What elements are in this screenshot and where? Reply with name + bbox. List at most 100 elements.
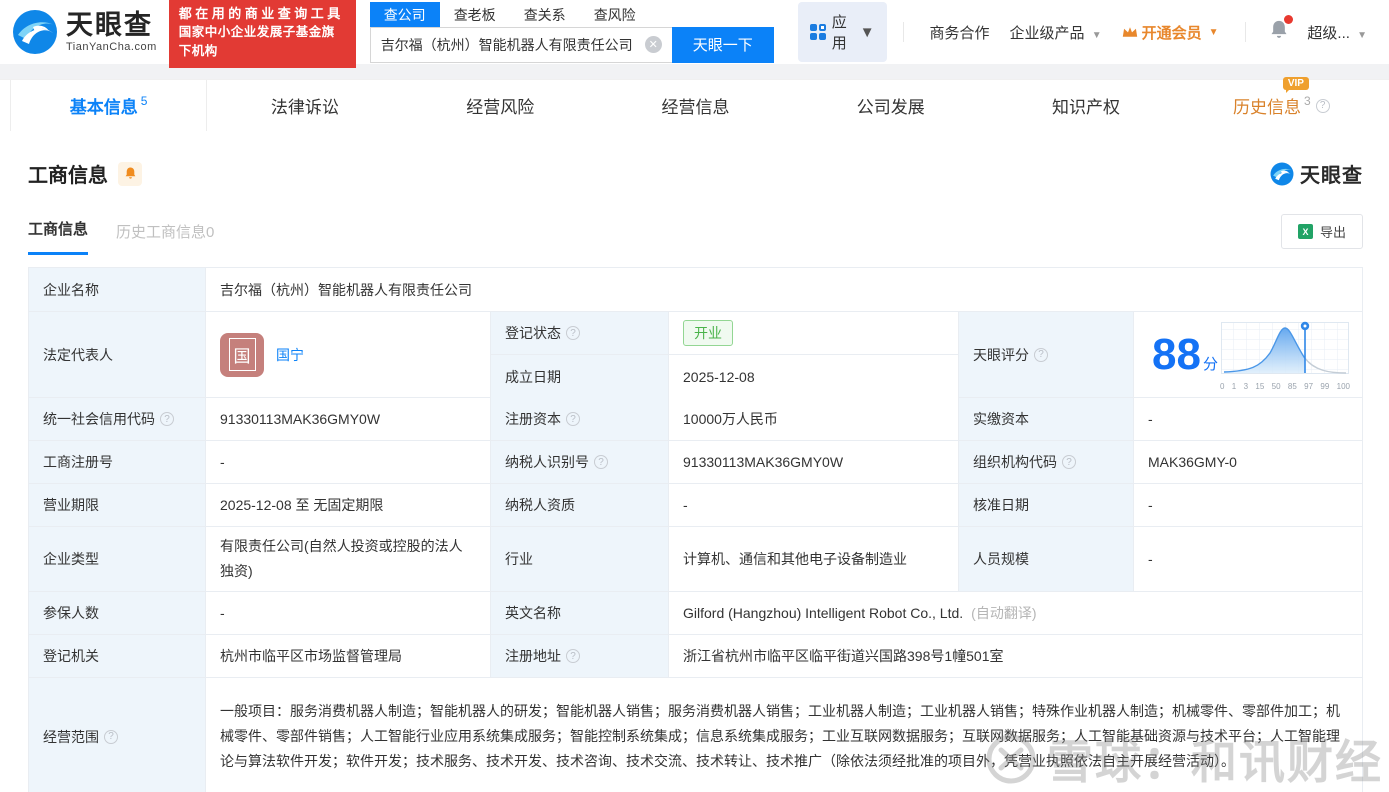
subtab-business-registration[interactable]: 工商信息	[28, 218, 89, 255]
reg-authority-value: 杭州市临平区市场监督管理局	[206, 635, 491, 678]
legal-rep-avatar[interactable]: 国	[220, 332, 264, 377]
help-icon[interactable]: ?	[566, 649, 580, 663]
notification-dot	[1284, 14, 1294, 24]
industry-value: 计算机、通信和其他电子设备制造业	[669, 527, 959, 592]
table-row: 营业期限 2025-12-08 至 无固定期限 纳税人资质 - 核准日期 -	[29, 484, 1362, 527]
tab-history-info[interactable]: 历史信息 VIP 3 ?	[1184, 77, 1379, 131]
approval-date-value: -	[1134, 484, 1362, 527]
tab-intellectual-property[interactable]: 知识产权	[988, 80, 1183, 131]
site-logo[interactable]: 天眼查 TianYanCha.com	[12, 9, 157, 55]
tianyancha-logo-icon	[13, 10, 57, 54]
subscribe-bell-button[interactable]	[118, 161, 142, 186]
subtab-history-registration[interactable]: 历史工商信息0	[116, 221, 214, 255]
content-area: 工商信息 天眼查 工商信息 历史工商信息0 X 导出 企业名称 吉尔福（杭州）智…	[0, 131, 1389, 792]
legal-rep-label: 法定代表人	[29, 312, 206, 398]
caret-down-icon: ▼	[1357, 29, 1367, 41]
paid-capital-value: -	[1134, 398, 1362, 441]
search-tab-risk[interactable]: 查风险	[580, 2, 650, 27]
company-name-label: 企业名称	[29, 268, 206, 312]
nav-cooperation[interactable]: 商务合作	[930, 22, 990, 43]
insured-count-value: -	[206, 592, 491, 635]
table-row: 参保人数 - 英文名称 Gilford (Hangzhou) Intellige…	[29, 592, 1362, 635]
promo-banner: 都在用的商业查询工具 国家中小企业发展子基金旗下机构	[168, 0, 356, 68]
tab-business-info[interactable]: 经营信息	[598, 80, 793, 131]
score-unit: 分	[1202, 355, 1218, 373]
reg-authority-label: 登记机关	[29, 635, 206, 678]
tab-business-risk[interactable]: 经营风险	[403, 80, 598, 131]
search-tab-boss[interactable]: 查老板	[440, 2, 510, 27]
label-text: 纳税人识别号	[505, 454, 589, 470]
enterprise-products-label: 企业级产品	[1009, 24, 1085, 42]
business-term-label: 营业期限	[29, 484, 206, 527]
apps-label: 应用	[831, 14, 847, 52]
company-search-input[interactable]	[370, 36, 645, 53]
help-icon[interactable]: ?	[160, 412, 174, 426]
label-text: 天眼评分	[973, 346, 1029, 363]
legal-rep-link[interactable]: 国宁	[276, 345, 304, 365]
brand-domain: TianYanCha.com	[66, 40, 157, 53]
reg-capital-value: 10000万人民币	[669, 398, 959, 441]
search-box: ✕	[369, 26, 672, 63]
registration-info-table: 企业名称 吉尔福（杭州）智能机器人有限责任公司 法定代表人 国 国宁 登记状态 …	[28, 267, 1363, 792]
main-tab-bar: 基本信息 5 法律诉讼 经营风险 经营信息 公司发展 知识产权 历史信息 VIP…	[0, 77, 1389, 131]
english-name-value: Gilford (Hangzhou) Intelligent Robot Co.…	[669, 592, 1362, 635]
nav-open-vip[interactable]: 开通会员 ▼	[1122, 22, 1219, 43]
tab-label: 经营信息	[661, 98, 730, 117]
help-icon[interactable]: ?	[594, 455, 608, 469]
section-title: 工商信息	[28, 165, 108, 187]
english-name-text: Gilford (Hangzhou) Intelligent Robot Co.…	[683, 605, 964, 621]
tab-company-development[interactable]: 公司发展	[793, 80, 988, 131]
help-icon[interactable]: ?	[1062, 455, 1076, 469]
search-tab-company[interactable]: 查公司	[369, 1, 440, 27]
excel-icon: X	[1297, 224, 1313, 239]
notification-bell[interactable]	[1269, 14, 1294, 46]
export-label: 导出	[1319, 225, 1346, 240]
search-submit-button[interactable]: 天眼一下	[671, 26, 774, 63]
export-button[interactable]: X 导出	[1280, 214, 1363, 249]
tianyancha-logo-icon	[1270, 162, 1294, 185]
score-label: 天眼评分 ?	[959, 312, 1134, 398]
help-icon[interactable]: ?	[104, 729, 118, 744]
approval-date-label: 核准日期	[959, 484, 1134, 527]
tab-count: 5	[140, 93, 148, 108]
tab-label: 基本信息	[69, 98, 138, 117]
tab-basic-info[interactable]: 基本信息 5	[10, 80, 208, 131]
promo-line2: 国家中小企业发展子基金旗下机构	[178, 25, 335, 58]
tab-label: 经营风险	[466, 98, 535, 117]
apps-grid-icon	[809, 24, 826, 40]
industry-label: 行业	[491, 527, 669, 592]
tab-legal-proceedings[interactable]: 法律诉讼	[207, 80, 402, 131]
search-tab-relation[interactable]: 查关系	[510, 2, 580, 27]
business-scope-value: 一般项目：服务消费机器人制造；智能机器人的研发；智能机器人销售；服务消费机器人销…	[206, 678, 1362, 792]
clear-search-icon[interactable]: ✕	[644, 36, 662, 53]
label-text: 注册资本	[505, 411, 561, 427]
business-term-value: 2025-12-08 至 无固定期限	[206, 484, 491, 527]
credit-code-value: 91330113MAK36GMY0W	[206, 398, 491, 441]
apps-button[interactable]: 应用 ▼	[797, 2, 887, 62]
tianyancha-company-page: 天眼查 TianYanCha.com 都在用的商业查询工具 国家中小企业发展子基…	[0, 0, 1389, 792]
help-icon[interactable]: ?	[566, 326, 580, 340]
company-type-label: 企业类型	[29, 527, 206, 592]
top-header: 天眼查 TianYanCha.com 都在用的商业查询工具 国家中小企业发展子基…	[0, 0, 1389, 68]
score-number: 88	[1152, 329, 1201, 379]
brand-name: 天眼查	[66, 9, 153, 40]
org-code-label: 组织机构代码 ?	[959, 441, 1134, 484]
help-icon[interactable]: ?	[1034, 347, 1048, 362]
divider	[902, 22, 904, 42]
nav-super-vip[interactable]: 超级... ▼	[1307, 22, 1367, 43]
table-row: 工商注册号 - 纳税人识别号 ? 91330113MAK36GMY0W 组织机构…	[29, 441, 1362, 484]
search-tabs: 查公司 查老板 查关系 查风险	[369, 1, 774, 27]
auto-translate-note: (自动翻译)	[971, 605, 1037, 621]
subtab-row: 工商信息 历史工商信息0 X 导出	[28, 214, 1363, 255]
score-value: 88 分 0 1 3 15 50 85 97 99 100	[1134, 312, 1362, 398]
taxpayer-quality-label: 纳税人资质	[491, 484, 669, 527]
reg-number-value: -	[206, 441, 491, 484]
score-distribution-chart[interactable]: 0 1 3 15 50 85 97 99 100	[1220, 319, 1350, 391]
taxpayer-id-label: 纳税人识别号 ?	[491, 441, 669, 484]
nav-enterprise-products[interactable]: 企业级产品 ▼	[1010, 22, 1102, 43]
help-icon[interactable]: ?	[1315, 98, 1330, 113]
table-row: 经营范围 ? 一般项目：服务消费机器人制造；智能机器人的研发；智能机器人销售；服…	[29, 678, 1362, 792]
staff-size-value: -	[1134, 527, 1362, 592]
help-icon[interactable]: ?	[566, 412, 580, 426]
company-name-value: 吉尔福（杭州）智能机器人有限责任公司	[206, 268, 1362, 312]
